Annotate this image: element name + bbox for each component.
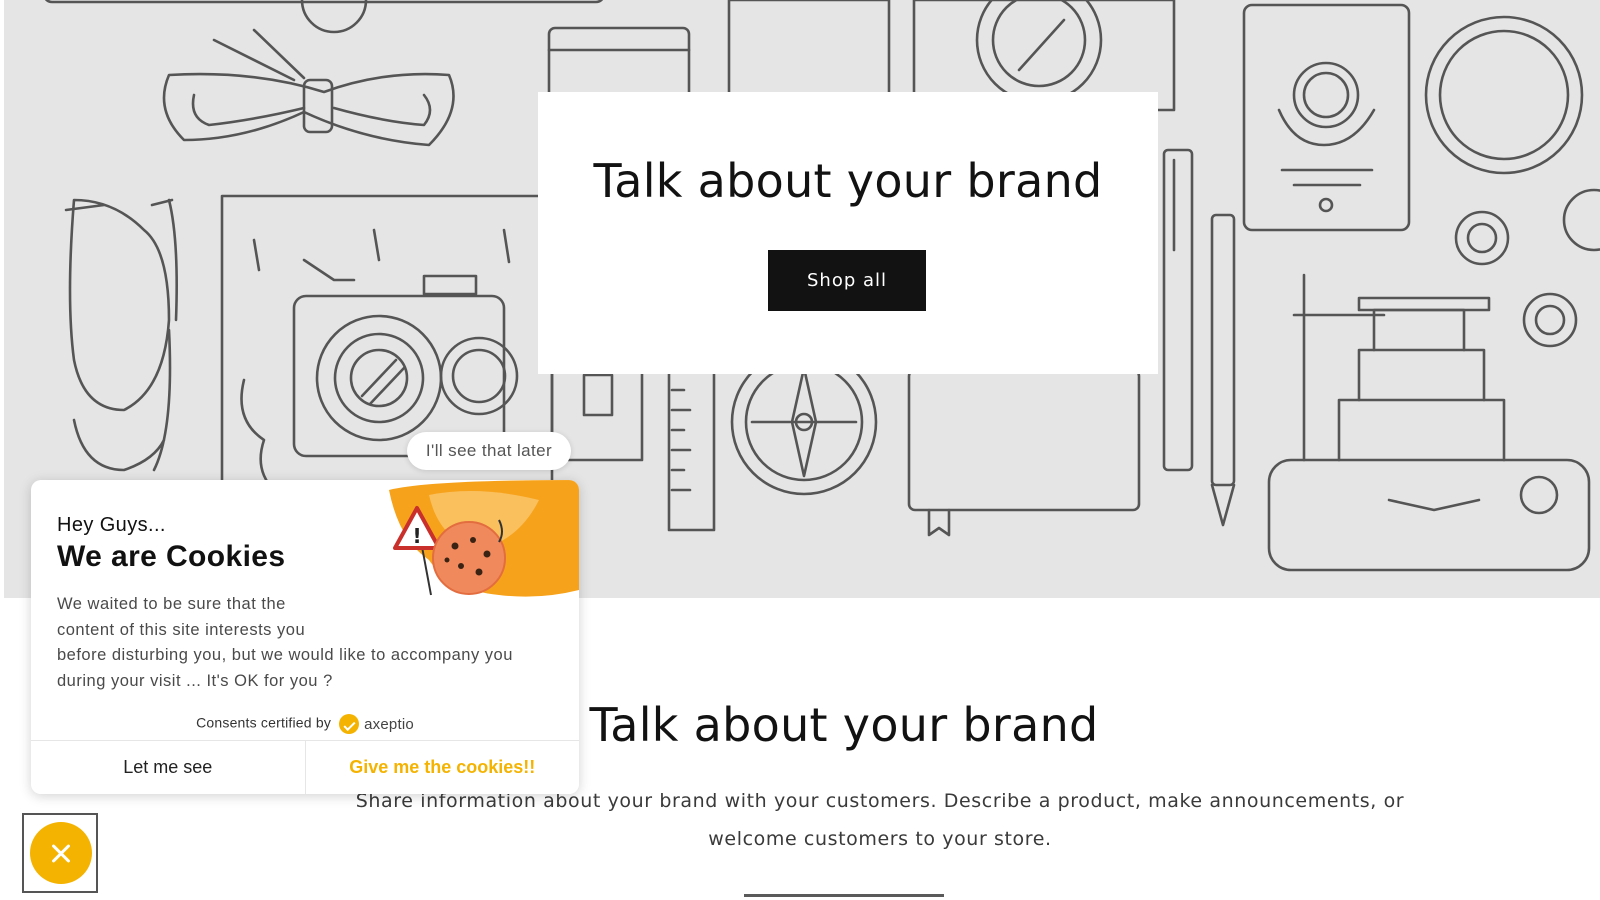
cookie-mascot-icon: !: [389, 480, 579, 597]
svg-text:!: !: [412, 524, 421, 548]
cookie-widget-toggle[interactable]: [22, 813, 98, 893]
shop-all-button[interactable]: Shop all: [768, 250, 926, 311]
cookie-actions: Let me see Give me the cookies!!: [31, 740, 579, 794]
see-later-button[interactable]: I'll see that later: [407, 432, 571, 470]
certified-label: Consents certified by: [196, 714, 332, 731]
axeptio-brand-name: axeptio: [364, 715, 414, 733]
close-icon: [30, 822, 92, 884]
cookie-body-text: We waited to be sure that the content of…: [57, 595, 513, 690]
axeptio-logo-icon: [339, 714, 360, 734]
consent-certification: Consents certified by axeptio: [31, 714, 579, 734]
let-me-see-button[interactable]: Let me see: [31, 741, 306, 794]
accept-cookies-button[interactable]: Give me the cookies!!: [305, 741, 579, 794]
cookie-consent-popup: ! Hey Guys... We are Cookies We waited t…: [31, 480, 579, 794]
section-divider: [744, 894, 944, 897]
cookie-title: We are Cookies: [57, 540, 286, 573]
cookie-greeting: Hey Guys...: [57, 514, 166, 536]
hero-title: Talk about your brand: [593, 154, 1103, 208]
axeptio-brand-link[interactable]: axeptio: [339, 714, 414, 734]
hero-content-box: Talk about your brand Shop all: [538, 92, 1158, 374]
